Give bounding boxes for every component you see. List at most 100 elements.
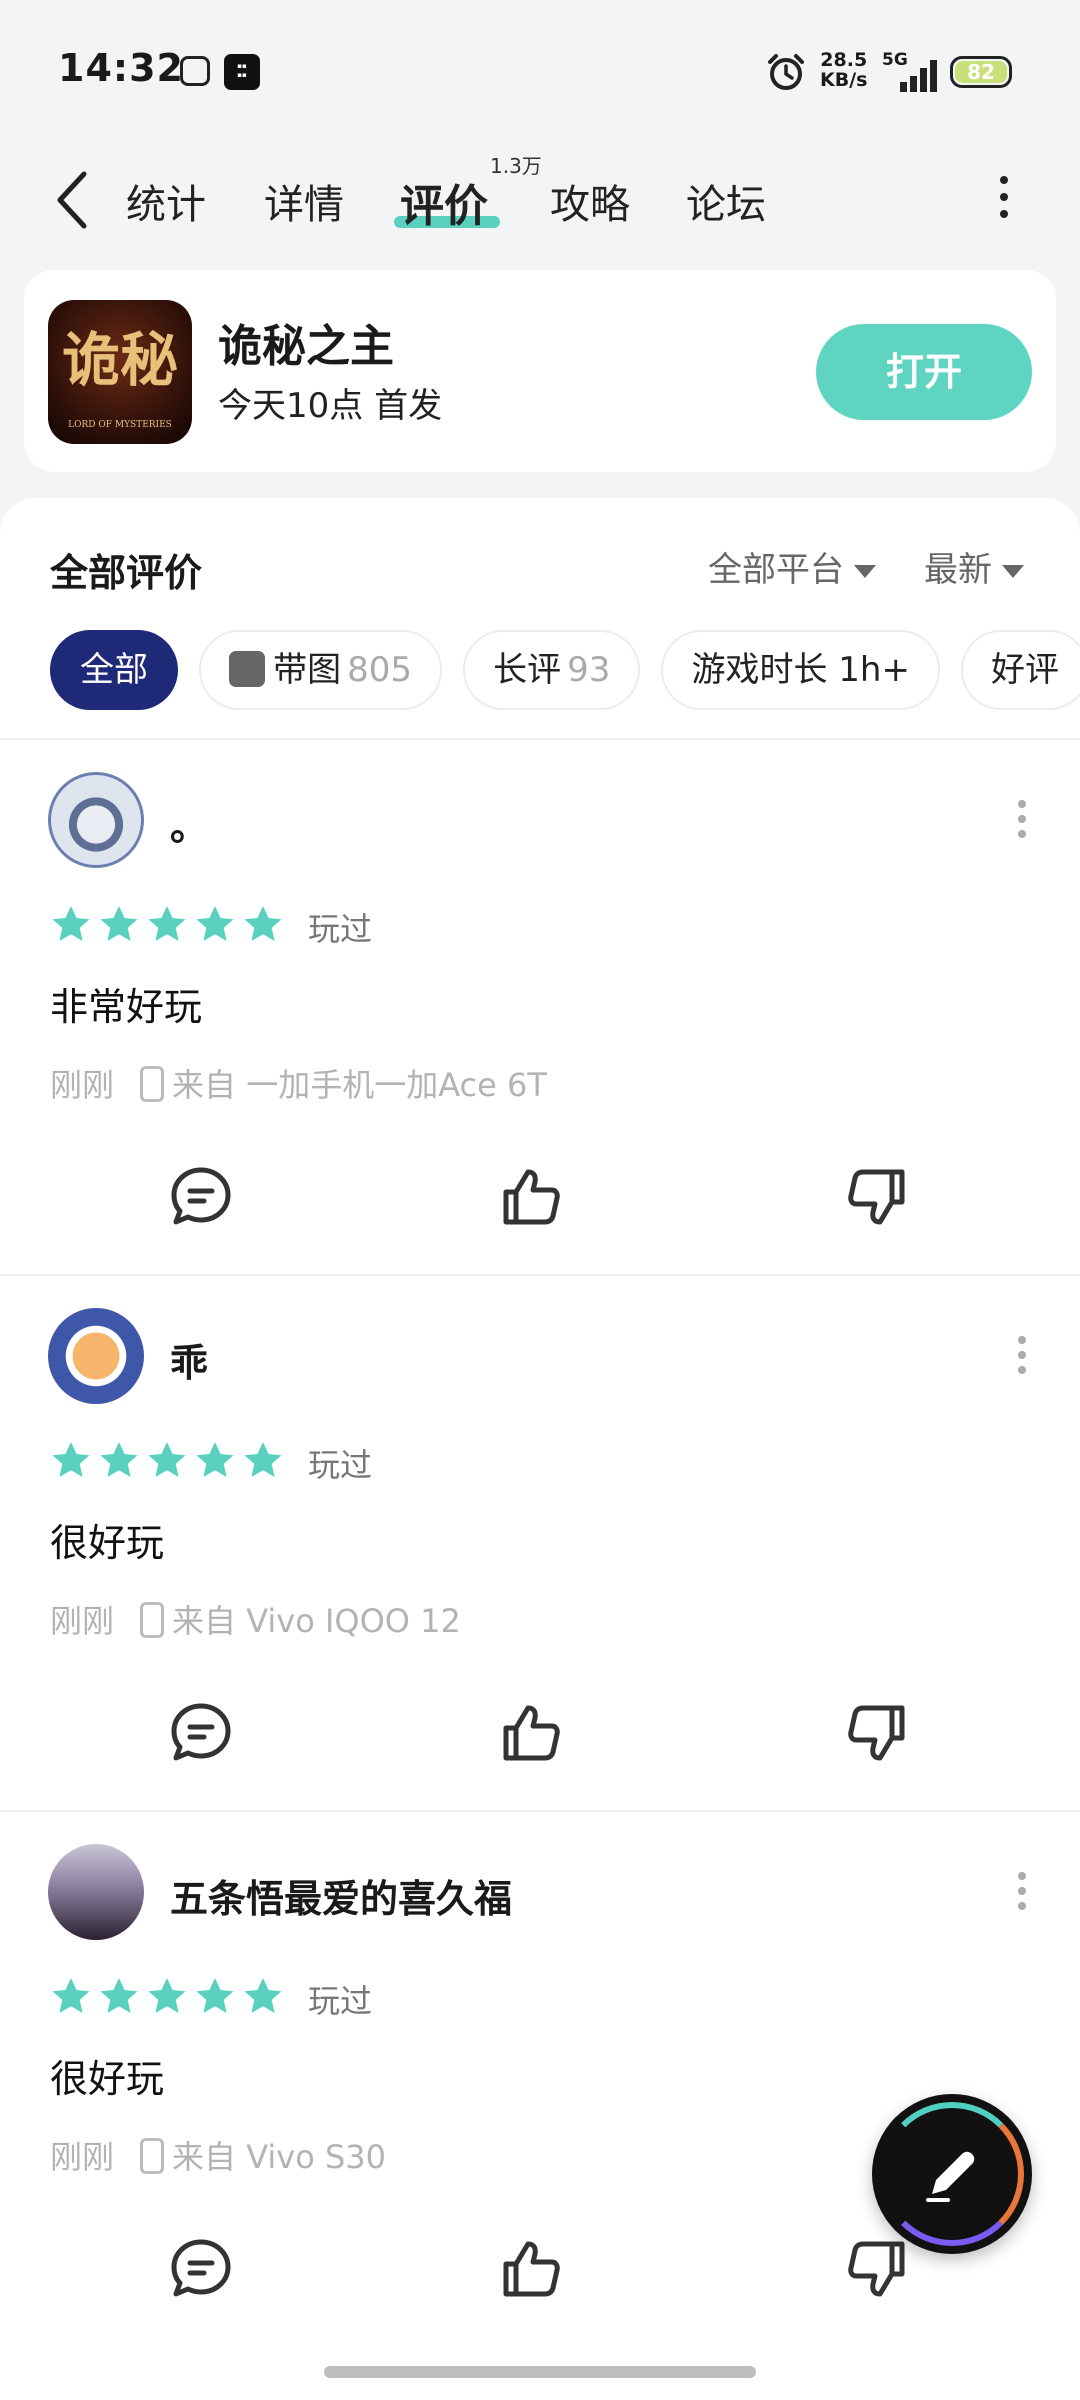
star-icon xyxy=(194,1440,236,1480)
comment-icon[interactable] xyxy=(168,2236,234,2302)
chip-count: 93 xyxy=(567,650,611,690)
game-title: 诡秘之主 xyxy=(218,321,394,372)
star-icon xyxy=(146,904,188,944)
chip-with-images[interactable]: 带图 805 xyxy=(199,630,442,710)
reviews-heading: 全部评价 xyxy=(50,551,203,595)
chip-long-reviews[interactable]: 长评 93 xyxy=(463,630,641,710)
phone-icon xyxy=(140,1066,165,1102)
review-text[interactable]: 非常好玩 xyxy=(50,976,202,1031)
game-card[interactable]: 诡秘 LORD OF MYSTERIES 诡秘之主 今天10点 首发 打开 xyxy=(24,270,1056,472)
battery-level: 82 xyxy=(955,61,1007,83)
star-icon xyxy=(98,1440,140,1480)
chip-label: 全部 xyxy=(80,650,148,690)
filter-chips: 全部 带图 805 长评 93 游戏时长 1h+ 好评 xyxy=(50,630,1080,712)
star-icon xyxy=(50,904,92,944)
review-item: 乖 玩过 很好玩 刚刚 来自 Vivo IQOO 12 xyxy=(0,1276,1080,1812)
like-icon[interactable] xyxy=(498,1164,564,1230)
review-more-icon[interactable] xyxy=(1018,800,1026,845)
star-icon xyxy=(242,1440,284,1480)
review-meta: 刚刚 来自 Vivo S30 xyxy=(50,2132,386,2178)
sort-filter-label: 最新 xyxy=(924,550,992,590)
review-device: 来自 Vivo IQOO 12 xyxy=(172,1602,461,1640)
rating-stars xyxy=(50,1976,290,2016)
review-time: 刚刚 xyxy=(50,1066,115,1104)
status-bar: 14:32 ▪▪ ▪▪ 28.5 KB/s 5G 82 xyxy=(0,0,1080,140)
star-icon xyxy=(194,904,236,944)
review-username[interactable]: 五条悟最爱的喜久福 xyxy=(170,1868,512,1923)
image-icon xyxy=(229,650,266,687)
battery-icon: 82 xyxy=(950,56,1012,88)
review-text[interactable]: 很好玩 xyxy=(50,2048,164,2103)
review-meta: 刚刚 来自 一加手机一加Ace 6T xyxy=(50,1060,547,1106)
tab-stats[interactable]: 统计 xyxy=(126,172,206,230)
comment-icon[interactable] xyxy=(168,1700,234,1766)
platform-filter[interactable]: 全部平台 xyxy=(708,542,876,591)
chip-all[interactable]: 全部 xyxy=(50,630,178,710)
tab-forum[interactable]: 论坛 xyxy=(686,172,766,230)
back-icon[interactable] xyxy=(52,168,92,232)
dislike-icon[interactable] xyxy=(844,1164,910,1230)
net-speed-unit: KB/s xyxy=(820,69,868,91)
star-icon xyxy=(98,904,140,944)
review-meta: 刚刚 来自 Vivo IQOO 12 xyxy=(50,1596,461,1642)
like-icon[interactable] xyxy=(498,1700,564,1766)
game-icon-subtext: LORD OF MYSTERIES xyxy=(68,420,172,430)
chevron-down-icon xyxy=(1002,565,1024,578)
game-release-info: 今天10点 首发 xyxy=(218,386,443,426)
tab-reviews[interactable]: 评价 xyxy=(400,170,488,234)
played-label: 玩过 xyxy=(308,1446,373,1484)
review-username[interactable]: 乖 xyxy=(170,1332,208,1387)
write-review-button[interactable] xyxy=(872,2094,1032,2254)
game-icon: 诡秘 LORD OF MYSTERIES xyxy=(48,300,192,444)
review-item: 。 玩过 非常好玩 刚刚 来自 一加手机一加Ace 6T xyxy=(0,740,1080,1276)
avatar[interactable] xyxy=(48,1308,144,1404)
review-more-icon[interactable] xyxy=(1018,1872,1026,1917)
phone-icon xyxy=(140,2138,165,2174)
sort-filter[interactable]: 最新 xyxy=(924,542,1024,591)
rating-stars xyxy=(50,1440,290,1480)
played-label: 玩过 xyxy=(308,1982,373,2020)
dislike-icon[interactable] xyxy=(844,1700,910,1766)
sync-icon xyxy=(180,56,210,86)
home-indicator[interactable] xyxy=(324,2366,756,2378)
chip-label: 游戏时长 1h+ xyxy=(691,650,910,690)
review-item: 五条悟最爱的喜久福 玩过 很好玩 刚刚 来自 Vivo S30 xyxy=(0,1812,1080,2348)
dislike-icon[interactable] xyxy=(844,2236,910,2302)
chip-positive[interactable]: 好评 xyxy=(961,630,1080,710)
alarm-icon xyxy=(768,54,804,90)
platform-filter-label: 全部平台 xyxy=(708,550,844,590)
review-more-icon[interactable] xyxy=(1018,1336,1026,1381)
review-device: 来自 Vivo S30 xyxy=(172,2138,386,2176)
reviews-count-badge: 1.3万 xyxy=(490,154,542,178)
review-username[interactable]: 。 xyxy=(170,796,208,851)
open-button[interactable]: 打开 xyxy=(816,324,1032,420)
review-time: 刚刚 xyxy=(50,1602,115,1640)
review-text[interactable]: 很好玩 xyxy=(50,1512,164,1567)
chip-label: 带图 xyxy=(273,650,342,690)
rating-stars xyxy=(50,904,290,944)
chip-label: 好评 xyxy=(991,650,1060,690)
phone-icon xyxy=(140,1602,165,1638)
more-options-icon[interactable] xyxy=(1000,176,1008,227)
review-time: 刚刚 xyxy=(50,2138,115,2176)
top-nav: 统计 详情 评价 1.3万 攻略 论坛 xyxy=(0,150,1080,250)
chip-count: 805 xyxy=(347,650,412,690)
chevron-down-icon xyxy=(854,565,876,578)
tab-guides[interactable]: 攻略 xyxy=(550,172,630,230)
review-device: 来自 一加手机一加Ace 6T xyxy=(172,1066,547,1104)
chip-playtime[interactable]: 游戏时长 1h+ xyxy=(661,630,940,710)
avatar[interactable] xyxy=(48,1844,144,1940)
tab-details[interactable]: 详情 xyxy=(264,172,344,230)
avatar[interactable] xyxy=(48,772,144,868)
pen-icon xyxy=(926,2151,975,2202)
net-speed-value: 28.5 xyxy=(820,49,868,71)
star-icon xyxy=(242,904,284,944)
star-icon xyxy=(50,1976,92,2016)
signal-icon xyxy=(900,60,937,92)
net-speed: 28.5 KB/s xyxy=(820,50,867,90)
played-label: 玩过 xyxy=(308,910,373,948)
comment-icon[interactable] xyxy=(168,1164,234,1230)
status-time: 14:32 xyxy=(58,46,184,90)
like-icon[interactable] xyxy=(498,2236,564,2302)
star-icon xyxy=(146,1440,188,1480)
